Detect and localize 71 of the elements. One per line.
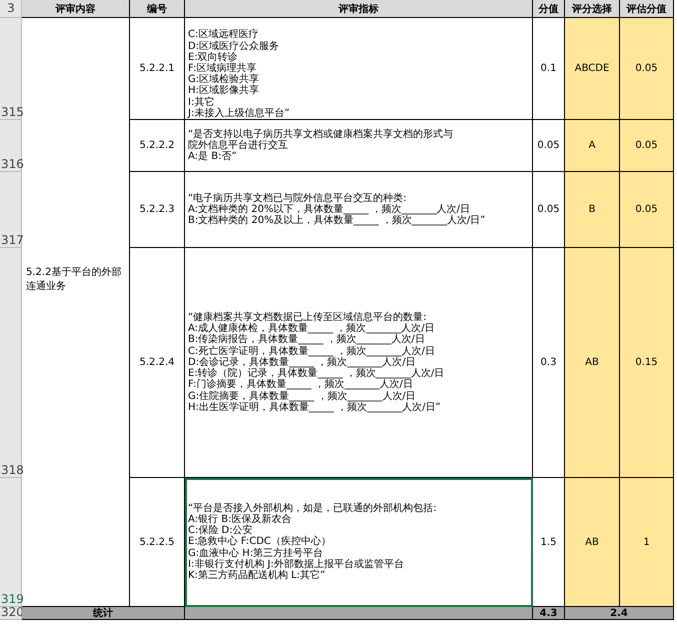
total-label: 统计 (22, 607, 185, 620)
choice-cell[interactable]: ABCDE (565, 18, 620, 120)
criteria-line: G:住院摘要，具体数量_____ ，频次_______人次/日 (188, 390, 416, 402)
criteria-line: H:区域影像共享 (188, 85, 259, 96)
total-assessed-score: 2.4 (565, 607, 674, 620)
criteria-line: D:会诊记录，具体数量_____ ，频次_______人次/日 (188, 356, 416, 368)
code-cell: 5.2.2.2 (130, 120, 185, 172)
criteria-line: I:其它 (188, 96, 214, 108)
criteria-line: G:血液中心 H:第三方挂号平台 (188, 548, 324, 559)
score-cell: 0.05 (533, 172, 565, 248)
row-number[interactable]: 316 (0, 120, 22, 172)
row-number[interactable]: 318 (0, 248, 22, 478)
criteria-line: “健康档案共享文档数据已上传至区域信息平台的数量: (188, 312, 427, 324)
column-header: 分值 (533, 0, 565, 18)
column-header: 评审内容 (22, 0, 130, 18)
criteria-line: B:文档种类的 20%及以上，具体数量_____ ，频次_______人次/日” (188, 215, 486, 226)
criteria-line: 院外信息平台进行交互 (188, 140, 288, 151)
assessed-score-cell: 0.05 (620, 18, 674, 120)
section-cell: 5.2.2基于平台的外部连通业务 (22, 18, 130, 607)
criteria-cell[interactable] (185, 248, 533, 478)
criteria-line: E:转诊（院）记录，具体数量_____ ，频次_______人次/日 (188, 368, 444, 380)
criteria-line: F:区域病理共享 (188, 62, 256, 74)
criteria-line: A:是 B:否” (188, 151, 237, 162)
criteria-cell[interactable]: “是否支持以电子病历共享文档或健康档案共享文档的形式与 院外信息平台进行交互 A:是 B:否” (185, 120, 533, 172)
criteria-cell[interactable]: “平台是否接入外部机构，如是，已联通的外部机构包括: A:银行 B:医保及新农合 C:保险 D:公安 E:急救中心 F:CDC（疾控中心） G:血液中心 H:第三方挂号平台 I:非银行支付机构 J:外部数据上报平台或监管平台 K:第三方药品配送机构 L:其它” (185, 478, 533, 607)
criteria-line: C:保险 D:公安 (188, 525, 253, 536)
criteria-line: A:成人健康体检，具体数量_____ ，频次_______人次/日 (188, 323, 435, 334)
criteria-line: “是否支持以电子病历共享文档或健康档案共享文档的形式与 (188, 128, 454, 140)
code-cell: 5.2.2.4 (130, 248, 185, 478)
criteria-line: C:区域远程医疗 (188, 29, 258, 40)
score-cell: 1.5 (533, 478, 565, 607)
assessed-score-cell: 0.05 (620, 172, 674, 248)
row-number[interactable]: 317 (0, 172, 22, 248)
criteria-line: I:非银行支付机构 J:外部数据上报平台或监管平台 (188, 558, 404, 570)
row-number[interactable]: 319 (0, 478, 22, 607)
criteria-cell[interactable]: “电子病历共享文档已与院外信息平台交互的种类: A:文档种类的 20%以下，具体数量_____ ，频次_______人次/日 B:文档种类的 20%及以上，具体数量_____ ，频次_______人次/日” (185, 172, 533, 248)
row-number[interactable]: 3 (0, 0, 22, 18)
criteria-line: D:区域医疗公众服务 (188, 40, 280, 52)
column-header: 编号 (130, 0, 185, 18)
criteria-line: K:第三方药品配送机构 L:其它” (188, 570, 326, 582)
column-header: 评分选择 (565, 0, 620, 18)
assessed-score-cell: 0.05 (620, 120, 674, 172)
choice-cell[interactable]: AB (565, 478, 620, 607)
criteria-line: G:区域检验共享 (188, 74, 260, 86)
criteria-line: A:文档种类的 20%以下，具体数量_____ ，频次_______人次/日 (188, 204, 470, 215)
criteria-line: C:死亡医学证明，具体数量_____ ，频次_______人次/日 (188, 346, 435, 357)
criteria-line: E:双向转诊 (188, 52, 238, 63)
code-cell: 5.2.2.3 (130, 172, 185, 248)
criteria-line: “平台是否接入外部机构，如是，已联通的外部机构包括: (188, 502, 437, 514)
criteria-line: H:出生医学证明，具体数量_____ ，频次_______人次/日” (188, 402, 441, 413)
choice-cell[interactable]: AB (565, 248, 620, 478)
choice-cell[interactable]: A (565, 120, 620, 172)
score-cell: 0.3 (533, 248, 565, 478)
column-header: 评审指标 (185, 0, 533, 18)
criteria-line: B:传染病报告，具体数量_____ ，频次_______人次/日 (188, 334, 425, 346)
choice-cell[interactable]: B (565, 172, 620, 248)
total-score: 4.3 (533, 607, 565, 620)
criteria-line: “电子病历共享文档已与院外信息平台交互的种类: (188, 192, 407, 204)
criteria-cell[interactable]: C:区域远程医疗 D:区域医疗公众服务 E:双向转诊 F:区域病理共享 G:区域检验共享 H:区域影像共享 I:其它 J:未接入上级信息平台” (185, 18, 533, 120)
code-cell: 5.2.2.1 (130, 18, 185, 120)
criteria-line: A:银行 B:医保及新农合 (188, 514, 292, 525)
criteria-line: J:未接入上级信息平台” (188, 108, 290, 119)
row-number[interactable]: 315 (0, 18, 22, 120)
column-header: 评估分值 (620, 0, 674, 18)
code-cell: 5.2.2.5 (130, 478, 185, 607)
assessed-score-cell: 1 (620, 478, 674, 607)
criteria-line: E:急救中心 F:CDC（疾控中心） (188, 536, 331, 548)
assessed-score-cell: 0.15 (620, 248, 674, 478)
criteria-line: F:门诊摘要，具体数量_____ ，频次_______人次/日 (188, 379, 413, 390)
score-cell: 0.05 (533, 120, 565, 172)
score-cell: 0.1 (533, 18, 565, 120)
